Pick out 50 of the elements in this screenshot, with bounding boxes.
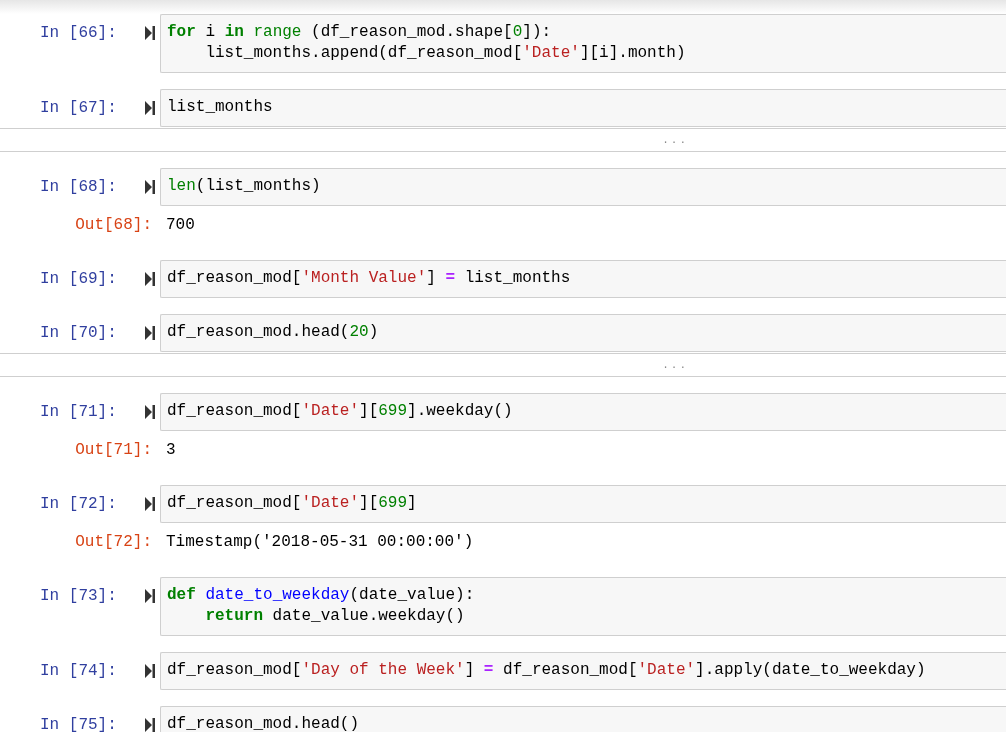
code-line: len(list_months) [167, 176, 321, 197]
code-editor[interactable]: df_reason_mod.head(20) [160, 314, 1006, 352]
code-line: df_reason_mod['Day of the Week'] = df_reason_mod['Date'].apply(date_to_weekday) [167, 660, 926, 681]
run-button[interactable] [144, 497, 155, 511]
code-line: list_months [167, 97, 273, 118]
input-prompt: In [66]: [40, 24, 117, 42]
output-text: 3 [166, 441, 176, 459]
input-prompt: In [67]: [40, 99, 117, 117]
code-line: return date_value.weekday() [204, 606, 465, 627]
collapsed-output-ellipsis[interactable]: ... [662, 359, 688, 371]
input-prompt: In [71]: [40, 403, 117, 421]
input-prompt: In [69]: [40, 270, 117, 288]
run-button[interactable] [144, 326, 155, 340]
run-button[interactable] [144, 272, 155, 286]
run-button[interactable] [144, 101, 155, 115]
input-prompt: In [70]: [40, 324, 117, 342]
input-prompt: In [75]: [40, 716, 117, 732]
code-line: df_reason_mod['Date'][699].weekday() [167, 401, 513, 422]
code-editor[interactable]: df_reason_mod['Date'][699] [160, 485, 1006, 523]
code-line: df_reason_mod.head(20) [167, 322, 379, 343]
code-editor[interactable]: df_reason_mod['Month Value'] = list_months [160, 260, 1006, 298]
output-prompt: Out[68]: [74, 216, 152, 234]
code-editor[interactable]: df_reason_mod['Date'][699].weekday() [160, 393, 1006, 431]
run-button[interactable] [144, 589, 155, 603]
run-button[interactable] [144, 405, 155, 419]
run-button[interactable] [144, 664, 155, 678]
run-button[interactable] [144, 718, 155, 732]
output-prompt: Out[71]: [74, 441, 152, 459]
code-editor[interactable]: df_reason_mod.head() [160, 706, 1006, 732]
output-text: 700 [166, 216, 195, 234]
input-prompt: In [68]: [40, 178, 117, 196]
run-button[interactable] [144, 180, 155, 194]
code-line: df_reason_mod['Month Value'] = list_months [167, 268, 571, 289]
input-prompt: In [73]: [40, 587, 117, 605]
code-editor[interactable]: def date_to_weekday(date_value): return date_value.weekday() [160, 577, 1006, 636]
output-text: Timestamp('2018-05-31 00:00:00') [166, 533, 474, 551]
code-editor[interactable]: for i in range (df_reason_mod.shape[0]): list_months.append(df_reason_mod['Date'][i].month) [160, 14, 1006, 73]
code-line: df_reason_mod['Date'][699] [167, 493, 417, 514]
code-editor[interactable]: df_reason_mod['Day of the Week'] = df_reason_mod['Date'].apply(date_to_weekday) [160, 652, 1006, 690]
code-editor[interactable]: len(list_months) [160, 168, 1006, 206]
collapsed-output-ellipsis[interactable]: ... [662, 134, 688, 146]
input-prompt: In [74]: [40, 662, 117, 680]
code-line: list_months.append(df_reason_mod['Date'][i].month) [204, 43, 686, 64]
input-prompt: In [72]: [40, 495, 117, 513]
code-editor[interactable]: list_months [160, 89, 1006, 127]
output-prompt: Out[72]: [74, 533, 152, 551]
code-line: def date_to_weekday(date_value): [167, 585, 475, 606]
code-line: df_reason_mod.head() [167, 714, 360, 732]
code-line: for i in range (df_reason_mod.shape[0]): [167, 22, 552, 43]
run-button[interactable] [144, 26, 155, 40]
